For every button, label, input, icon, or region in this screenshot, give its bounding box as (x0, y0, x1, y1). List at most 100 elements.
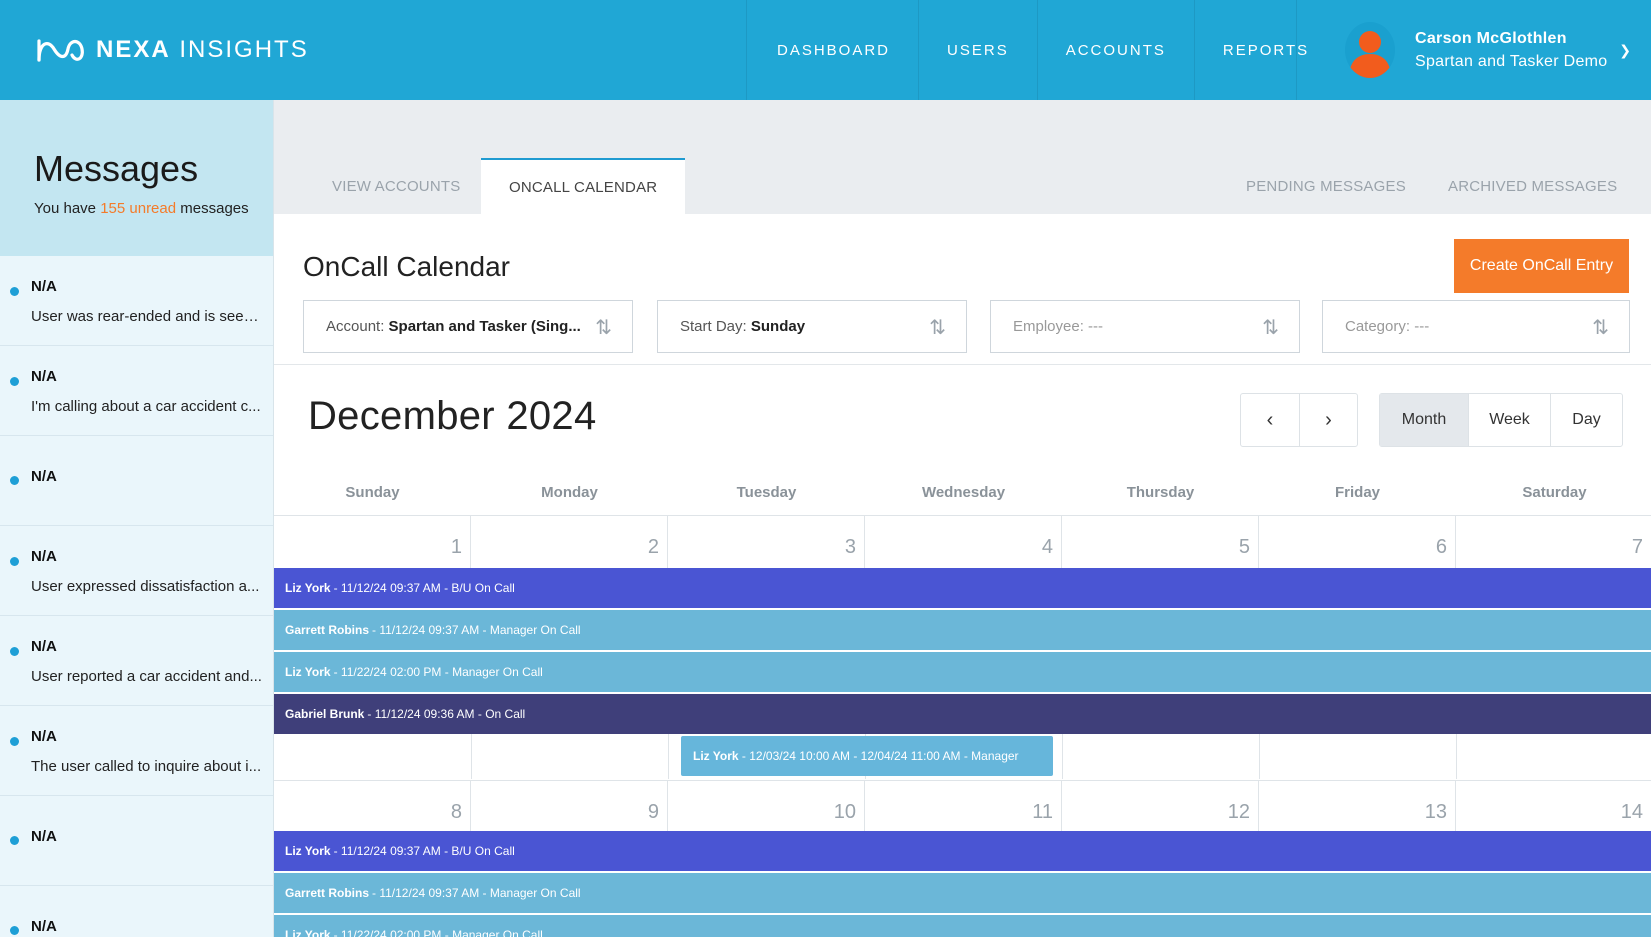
dow-saturday: Saturday (1522, 484, 1587, 501)
day-cell[interactable]: 11 (865, 781, 1062, 833)
unread-dot-icon (10, 557, 19, 566)
user-info: Carson McGlothlen Spartan and Tasker Dem… (1415, 27, 1608, 73)
unread-dot-icon (10, 836, 19, 845)
user-menu[interactable]: Carson McGlothlen Spartan and Tasker Dem… (1296, 0, 1651, 100)
tab-oncall-calendar[interactable]: ONCALL CALENDAR (481, 158, 686, 214)
calendar-panel: OnCall Calendar Create OnCall Entry Acco… (274, 214, 1651, 937)
message-item[interactable]: N/A User expressed dissatisfaction a... (0, 526, 273, 616)
messages-title: Messages (34, 148, 199, 189)
day-cell[interactable]: 4 (865, 516, 1062, 568)
employee-filter[interactable]: Employee: --- ⇅ (990, 300, 1300, 353)
sort-icon: ⇅ (1262, 317, 1279, 339)
user-avatar-icon (1349, 31, 1391, 78)
brand-name: NEXA INSIGHTS (96, 36, 309, 63)
dow-friday: Friday (1334, 484, 1380, 501)
day-cell[interactable]: 9 (471, 781, 668, 833)
view-day-button[interactable]: Day (1550, 394, 1622, 446)
dow-thursday: Thursday (1126, 484, 1195, 501)
day-cell[interactable]: 8 (274, 781, 471, 833)
message-item[interactable]: N/A I'm calling about a car accident c..… (0, 346, 273, 436)
sort-icon: ⇅ (1592, 317, 1609, 339)
message-preview: User was rear-ended and is seeki... (31, 308, 263, 325)
chevron-down-icon[interactable]: ❯ (1619, 42, 1631, 59)
day-cell[interactable]: 2 (471, 516, 668, 568)
message-item[interactable]: N/A (0, 886, 273, 937)
messages-sidebar: Messages You have 155 unread messages N/… (0, 100, 274, 937)
message-preview: User reported a car accident and... (31, 668, 262, 685)
oncall-event[interactable]: Garrett Robins - 11/12/24 09:37 AM - Mana… (274, 610, 1651, 650)
message-item[interactable]: N/A User reported a car accident and... (0, 616, 273, 706)
grid-line (668, 734, 669, 779)
dow-wednesday: Wednesday (921, 484, 1006, 501)
message-title: N/A (31, 548, 57, 565)
unread-dot-icon (10, 647, 19, 656)
day-cell[interactable]: 3 (668, 516, 865, 568)
oncall-event-short[interactable]: Liz York - 12/03/24 10:00 AM - 12/04/24 … (681, 736, 1053, 776)
message-title: N/A (31, 468, 57, 485)
unread-dot-icon (10, 476, 19, 485)
unread-dot-icon (10, 926, 19, 935)
month-title: December 2024 (308, 394, 597, 438)
unread-dot-icon (10, 377, 19, 386)
start-day-filter[interactable]: Start Day: Sunday ⇅ (657, 300, 967, 353)
main-nav: DASHBOARD USERS ACCOUNTS REPORTS (746, 0, 1337, 100)
unread-count[interactable]: 155 unread (100, 200, 176, 217)
user-org: Spartan and Tasker Demo (1415, 53, 1608, 70)
day-cell[interactable]: 10 (668, 781, 865, 833)
oncall-event[interactable]: Liz York - 11/22/24 02:00 PM - Manager On… (274, 652, 1651, 692)
message-preview: User expressed dissatisfaction a... (31, 578, 260, 595)
day-cell[interactable]: 6 (1259, 516, 1456, 568)
day-cell[interactable]: 13 (1259, 781, 1456, 833)
day-cell[interactable]: 1 (274, 516, 471, 568)
tab-view-accounts[interactable]: VIEW ACCOUNTS (332, 158, 460, 214)
unread-dot-icon (10, 287, 19, 296)
oncall-event[interactable]: Liz York - 11/22/24 02:00 PM - Manager On… (274, 915, 1651, 937)
day-cell[interactable]: 12 (1062, 781, 1259, 833)
day-cell[interactable]: 5 (1062, 516, 1259, 568)
category-filter[interactable]: Category: --- ⇅ (1322, 300, 1630, 353)
nav-users[interactable]: USERS (918, 0, 1037, 100)
sort-icon: ⇅ (929, 317, 946, 339)
tab-bar: VIEW ACCOUNTS ONCALL CALENDAR PENDING ME… (274, 100, 1651, 214)
message-title: N/A (31, 918, 57, 935)
view-week-button[interactable]: Week (1468, 394, 1550, 446)
dow-sunday: Sunday (345, 484, 400, 501)
grid-line (471, 734, 472, 779)
main-content: VIEW ACCOUNTS ONCALL CALENDAR PENDING ME… (274, 100, 1651, 937)
account-filter[interactable]: Account: Spartan and Tasker (Sing... ⇅ (303, 300, 633, 353)
oncall-event[interactable]: Liz York - 11/12/24 09:37 AM - B/U On Cal… (274, 831, 1651, 871)
unread-dot-icon (10, 737, 19, 746)
message-title: N/A (31, 368, 57, 385)
chevron-left-icon[interactable]: ‹ (1241, 394, 1299, 446)
tab-pending-messages[interactable]: PENDING MESSAGES (1246, 158, 1406, 214)
create-oncall-entry-button[interactable]: Create OnCall Entry (1454, 239, 1629, 293)
message-title: N/A (31, 828, 57, 845)
divider (274, 364, 1651, 365)
message-title: N/A (31, 638, 57, 655)
nav-dashboard[interactable]: DASHBOARD (746, 0, 918, 100)
grid-line (1259, 734, 1260, 779)
oncall-event[interactable]: Liz York - 11/12/24 09:37 AM - B/U On Cal… (274, 568, 1651, 608)
nexa-logo-icon (37, 39, 84, 62)
user-name: Carson McGlothlen (1415, 30, 1567, 47)
brand-logo[interactable]: NEXA INSIGHTS (36, 33, 309, 67)
top-header: NEXA INSIGHTS DASHBOARD USERS ACCOUNTS R… (0, 0, 1651, 100)
message-title: N/A (31, 728, 57, 745)
chevron-right-icon[interactable]: › (1299, 394, 1357, 446)
message-item[interactable]: N/A The user called to inquire about i..… (0, 706, 273, 796)
message-item[interactable]: N/A (0, 436, 273, 526)
day-cell[interactable]: 7 (1456, 516, 1651, 568)
view-month-button[interactable]: Month (1380, 394, 1468, 446)
avatar (1345, 22, 1395, 78)
view-switcher: Month Week Day (1379, 393, 1623, 447)
nav-accounts[interactable]: ACCOUNTS (1036, 0, 1194, 100)
sort-icon: ⇅ (595, 317, 612, 339)
messages-header: Messages You have 155 unread messages (0, 100, 273, 256)
grid-line (1456, 734, 1457, 779)
message-item[interactable]: N/A User was rear-ended and is seeki... (0, 256, 273, 346)
oncall-event[interactable]: Garrett Robins - 11/12/24 09:37 AM - Mana… (274, 873, 1651, 913)
tab-archived-messages[interactable]: ARCHIVED MESSAGES (1448, 158, 1617, 214)
day-cell[interactable]: 14 (1456, 781, 1651, 833)
oncall-event[interactable]: Gabriel Brunk - 11/12/24 09:36 AM - On Ca… (274, 694, 1651, 734)
message-item[interactable]: N/A (0, 796, 273, 886)
